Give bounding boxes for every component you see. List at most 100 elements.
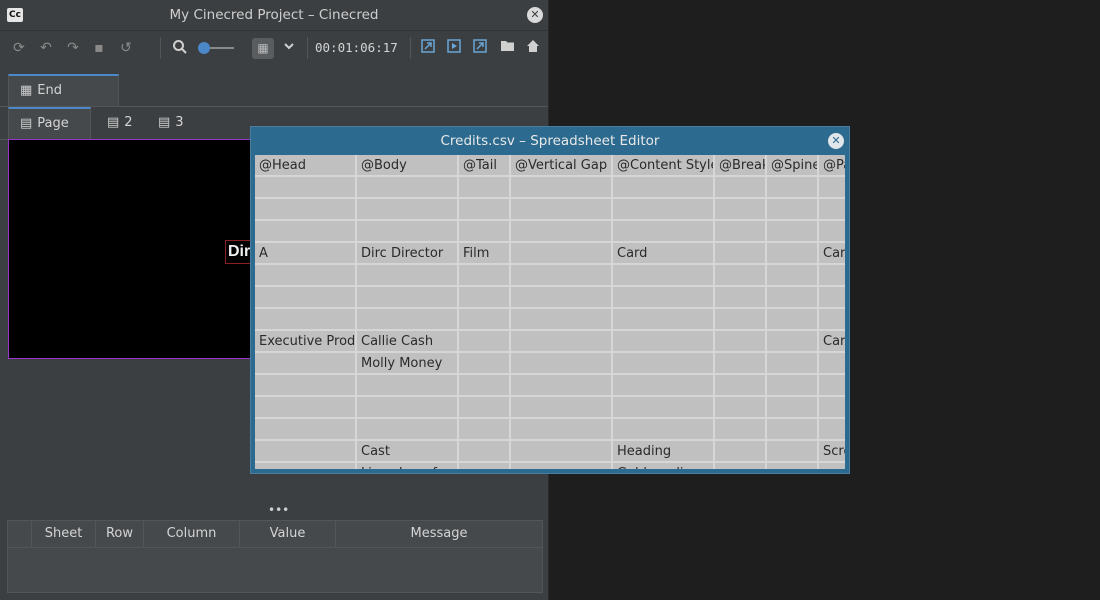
table-cell[interactable] bbox=[715, 221, 767, 243]
table-cell[interactable] bbox=[459, 463, 511, 469]
tab-page-2[interactable]: ▤ 2 bbox=[96, 108, 146, 140]
table-cell[interactable] bbox=[767, 419, 819, 441]
table-cell[interactable] bbox=[357, 265, 459, 287]
table-cell[interactable] bbox=[357, 221, 459, 243]
table-cell[interactable]: Lines here for bbox=[357, 463, 459, 469]
credits-preview[interactable]: Dirc bbox=[8, 139, 251, 359]
save-icon[interactable]: ▪ bbox=[90, 39, 108, 57]
table-cell[interactable] bbox=[511, 287, 613, 309]
log-column-header[interactable]: Message bbox=[336, 521, 542, 547]
table-cell[interactable] bbox=[459, 375, 511, 397]
table-cell[interactable] bbox=[715, 243, 767, 265]
column-header[interactable]: @Head bbox=[255, 155, 357, 177]
table-cell[interactable] bbox=[459, 353, 511, 375]
table-cell[interactable]: Dirc Director bbox=[357, 243, 459, 265]
table-cell[interactable] bbox=[715, 265, 767, 287]
table-cell[interactable] bbox=[613, 375, 715, 397]
table-cell[interactable]: Executive Producer bbox=[255, 331, 357, 353]
table-cell[interactable] bbox=[459, 397, 511, 419]
table-cell[interactable] bbox=[767, 375, 819, 397]
revert-icon[interactable]: ↺ bbox=[117, 39, 135, 57]
table-cell[interactable] bbox=[613, 397, 715, 419]
table-cell[interactable] bbox=[511, 243, 613, 265]
table-cell[interactable] bbox=[511, 331, 613, 353]
table-cell[interactable]: Cast bbox=[357, 441, 459, 463]
table-cell[interactable] bbox=[715, 331, 767, 353]
table-cell[interactable] bbox=[767, 287, 819, 309]
table-cell[interactable] bbox=[613, 309, 715, 331]
splitter-handle[interactable]: ••• bbox=[268, 503, 289, 517]
table-cell[interactable] bbox=[511, 353, 613, 375]
table-cell[interactable]: Film bbox=[459, 243, 511, 265]
table-cell[interactable] bbox=[459, 199, 511, 221]
column-header[interactable]: @Content Style bbox=[613, 155, 715, 177]
table-cell[interactable] bbox=[767, 441, 819, 463]
table-cell[interactable] bbox=[255, 375, 357, 397]
table-cell[interactable] bbox=[715, 375, 767, 397]
table-cell[interactable] bbox=[459, 441, 511, 463]
log-column-header[interactable]: Column bbox=[144, 521, 240, 547]
play-icon[interactable] bbox=[445, 39, 463, 57]
table-cell[interactable] bbox=[511, 221, 613, 243]
grid-toggle-icon[interactable]: ▦ bbox=[252, 38, 274, 59]
table-cell[interactable]: Card bbox=[819, 243, 845, 265]
redo-icon[interactable]: ↷ bbox=[64, 39, 82, 57]
log-column-header[interactable]: Row bbox=[96, 521, 144, 547]
table-cell[interactable] bbox=[767, 199, 819, 221]
table-cell[interactable] bbox=[613, 177, 715, 199]
render-icon[interactable] bbox=[419, 39, 437, 57]
table-cell[interactable] bbox=[459, 221, 511, 243]
table-cell[interactable] bbox=[715, 353, 767, 375]
column-header[interactable]: @Body bbox=[357, 155, 459, 177]
table-cell[interactable] bbox=[613, 221, 715, 243]
table-cell[interactable] bbox=[715, 463, 767, 469]
table-cell[interactable] bbox=[715, 287, 767, 309]
table-cell[interactable]: Heading bbox=[613, 441, 715, 463]
table-cell[interactable] bbox=[715, 309, 767, 331]
table-cell[interactable] bbox=[819, 353, 845, 375]
table-cell[interactable] bbox=[767, 353, 819, 375]
tab-page-3[interactable]: ▤ 3 bbox=[147, 108, 197, 140]
table-cell[interactable] bbox=[511, 265, 613, 287]
undo-icon[interactable]: ↶ bbox=[37, 39, 55, 57]
table-cell[interactable] bbox=[819, 221, 845, 243]
table-cell[interactable]: Gold medium bbox=[613, 463, 715, 469]
table-cell[interactable] bbox=[767, 221, 819, 243]
log-column-header[interactable]: Value bbox=[240, 521, 336, 547]
table-cell[interactable] bbox=[613, 265, 715, 287]
table-cell[interactable] bbox=[511, 397, 613, 419]
table-cell[interactable] bbox=[715, 177, 767, 199]
table-cell[interactable] bbox=[613, 199, 715, 221]
table-cell[interactable] bbox=[459, 265, 511, 287]
table-cell[interactable] bbox=[459, 309, 511, 331]
table-cell[interactable] bbox=[357, 419, 459, 441]
column-header[interactable]: @Spine bbox=[767, 155, 819, 177]
table-cell[interactable] bbox=[715, 419, 767, 441]
table-cell[interactable] bbox=[255, 177, 357, 199]
chevron-down-icon[interactable] bbox=[280, 39, 298, 57]
table-cell[interactable] bbox=[819, 309, 845, 331]
table-cell[interactable] bbox=[819, 287, 845, 309]
home-icon[interactable] bbox=[524, 39, 542, 57]
table-cell[interactable]: A bbox=[255, 243, 357, 265]
spreadsheet-grid[interactable]: @Head @Body @Tail @Vertical Gap @Content Sty… bbox=[255, 155, 845, 469]
table-cell[interactable] bbox=[511, 199, 613, 221]
table-cell[interactable] bbox=[255, 441, 357, 463]
folder-icon[interactable] bbox=[498, 39, 516, 57]
zoom-slider-handle[interactable] bbox=[198, 42, 210, 54]
table-cell[interactable] bbox=[459, 177, 511, 199]
table-cell[interactable] bbox=[511, 441, 613, 463]
table-cell[interactable] bbox=[613, 419, 715, 441]
table-cell[interactable] bbox=[819, 199, 845, 221]
table-cell[interactable] bbox=[819, 463, 845, 469]
table-cell[interactable] bbox=[767, 243, 819, 265]
table-cell[interactable] bbox=[767, 309, 819, 331]
column-header[interactable]: @Tail bbox=[459, 155, 511, 177]
column-header[interactable]: @Break bbox=[715, 155, 767, 177]
table-cell[interactable] bbox=[715, 397, 767, 419]
table-cell[interactable]: Scroll bbox=[819, 441, 845, 463]
table-cell[interactable] bbox=[357, 309, 459, 331]
export-icon[interactable] bbox=[471, 39, 489, 57]
table-cell[interactable] bbox=[357, 397, 459, 419]
column-header[interactable]: @Vertical Gap bbox=[511, 155, 613, 177]
